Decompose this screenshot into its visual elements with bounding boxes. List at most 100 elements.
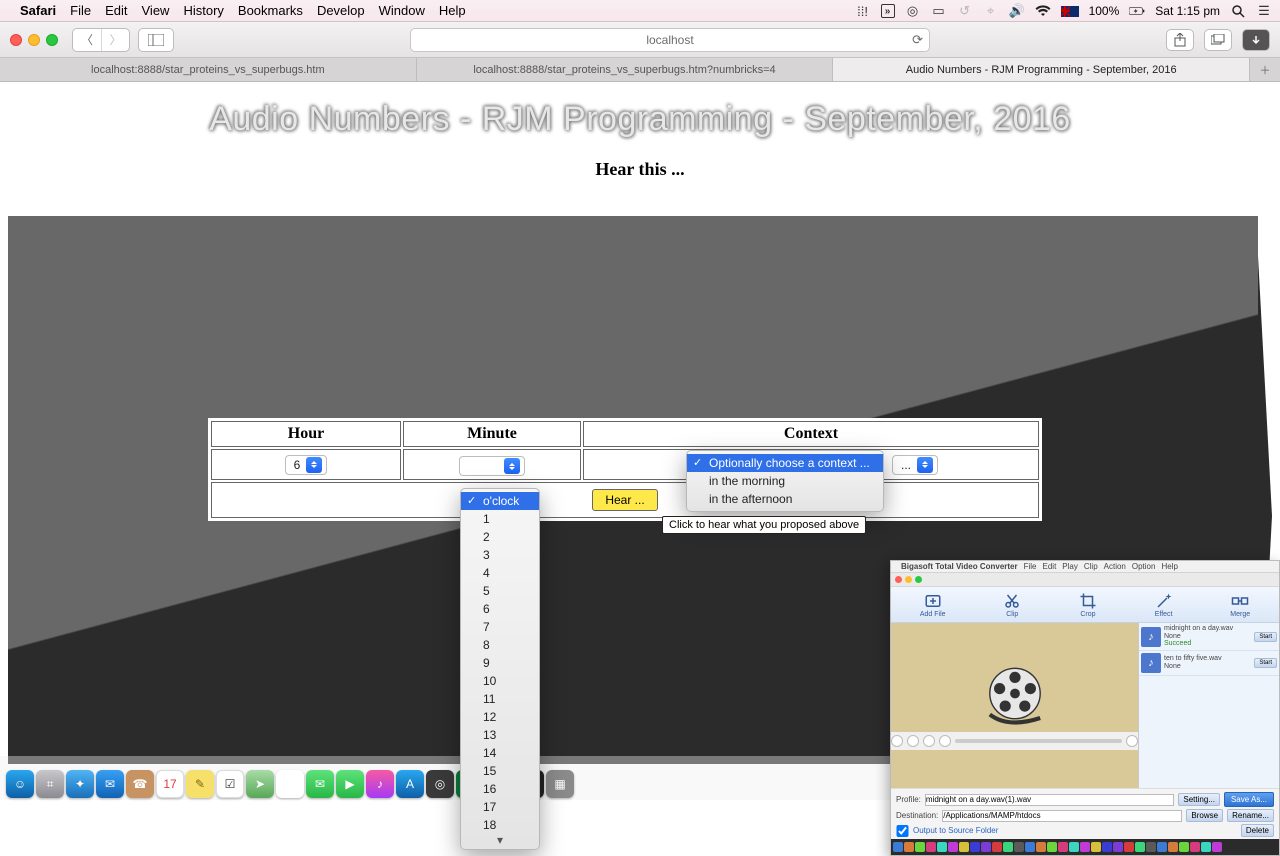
dock-contacts-icon[interactable]: ☎ — [126, 770, 154, 798]
downloads-button[interactable] — [1242, 29, 1270, 51]
tab-0[interactable]: localhost:8888/star_proteins_vs_superbug… — [0, 58, 417, 81]
dock-finder-icon[interactable]: ☺ — [6, 770, 34, 798]
new-tab-button[interactable]: ＋ — [1250, 58, 1280, 81]
snap-icon[interactable] — [1126, 735, 1138, 747]
battery-percent[interactable]: 100% — [1089, 4, 1120, 18]
dock-itunes-icon[interactable]: ♪ — [366, 770, 394, 798]
timemachine-icon[interactable]: ↺ — [957, 3, 973, 19]
target-icon[interactable]: ◎ — [905, 3, 921, 19]
minute-dropdown[interactable]: o'clock 1 2 3 4 5 6 7 8 9 10 11 12 13 14… — [460, 488, 540, 850]
menu-develop[interactable]: Develop — [317, 3, 365, 18]
dock-facetime-icon[interactable]: ▶ — [336, 770, 364, 798]
list-item[interactable]: ♪ ten to fifty five.wavNone Start — [1139, 651, 1279, 676]
ext-menu[interactable]: File — [1024, 562, 1037, 571]
minute-option[interactable]: o'clock — [461, 492, 539, 510]
seek-bar[interactable] — [955, 739, 1122, 743]
dock-mail-icon[interactable]: ✉ — [96, 770, 124, 798]
dock-messages-icon[interactable]: ✉ — [306, 770, 334, 798]
battery-icon[interactable] — [1129, 3, 1145, 19]
minute-option[interactable]: 13 — [461, 726, 539, 744]
sidebar-button[interactable] — [138, 28, 174, 52]
menuextra-icon[interactable]: ⁞⁞! — [855, 3, 871, 19]
context-select[interactable]: ... — [892, 455, 938, 475]
minute-option[interactable]: 12 — [461, 708, 539, 726]
tab-2-active[interactable]: Audio Numbers - RJM Programming - Septem… — [833, 58, 1250, 81]
minute-option[interactable]: 18 — [461, 816, 539, 834]
minute-option[interactable]: 16 — [461, 780, 539, 798]
dock-safari-icon[interactable]: ✦ — [66, 770, 94, 798]
ext-min-icon[interactable] — [905, 576, 912, 583]
context-dropdown[interactable]: Optionally choose a context ... in the m… — [686, 450, 884, 512]
back-button[interactable]: 〈 — [73, 29, 101, 51]
menu-window[interactable]: Window — [379, 3, 425, 18]
start-btn[interactable]: Start — [1254, 632, 1277, 642]
ext-tool-merge[interactable]: Merge — [1230, 592, 1250, 618]
stop-icon[interactable] — [907, 735, 919, 747]
ext-menu[interactable]: Play — [1062, 562, 1078, 571]
minute-option[interactable]: 8 — [461, 636, 539, 654]
menu-history[interactable]: History — [183, 3, 223, 18]
ext-menu[interactable]: Clip — [1084, 562, 1098, 571]
address-bar[interactable]: localhost ⟳ — [410, 28, 930, 52]
ext-menu[interactable]: Option — [1132, 562, 1156, 571]
menu-view[interactable]: View — [142, 3, 170, 18]
dock-photos-icon[interactable]: ✿ — [276, 770, 304, 798]
tabs-button[interactable] — [1204, 29, 1232, 51]
rename-button[interactable]: Rename... — [1227, 809, 1274, 822]
video-converter-window[interactable]: Bigasoft Total Video Converter File Edit… — [890, 560, 1280, 856]
minute-option[interactable]: 9 — [461, 654, 539, 672]
minute-option[interactable]: 3 — [461, 546, 539, 564]
window-minimize-button[interactable] — [28, 34, 40, 46]
dock-notes-icon[interactable]: ✎ — [186, 770, 214, 798]
output-source-check[interactable] — [896, 825, 909, 837]
spotlight-icon[interactable] — [1230, 3, 1246, 19]
app-indicator-icon[interactable]: » — [881, 4, 895, 18]
dock-calendar-icon[interactable]: 17 — [156, 770, 184, 798]
volume-icon[interactable]: 🔊 — [1009, 3, 1025, 19]
wifi-icon[interactable] — [1035, 3, 1051, 19]
clock[interactable]: Sat 1:15 pm — [1155, 4, 1220, 18]
list-item[interactable]: ♪ midnight on a day.wavNoneSucceed Start — [1139, 623, 1279, 651]
menu-edit[interactable]: Edit — [105, 3, 127, 18]
notification-center-icon[interactable]: ☰ — [1256, 3, 1272, 19]
tab-1[interactable]: localhost:8888/star_proteins_vs_superbug… — [417, 58, 834, 81]
menu-bookmarks[interactable]: Bookmarks — [238, 3, 303, 18]
reload-icon[interactable]: ⟳ — [912, 32, 923, 48]
ext-tool-add[interactable]: Add File — [920, 592, 946, 618]
app-name[interactable]: Safari — [20, 3, 56, 18]
browse-button[interactable]: Browse — [1186, 809, 1223, 822]
dock-appstore-icon[interactable]: A — [396, 770, 424, 798]
menu-help[interactable]: Help — [439, 3, 466, 18]
dock-preview-icon[interactable]: ◎ — [426, 770, 454, 798]
minute-option[interactable]: 15 — [461, 762, 539, 780]
window-zoom-button[interactable] — [46, 34, 58, 46]
minute-option[interactable]: 1 — [461, 510, 539, 528]
minute-option[interactable]: 10 — [461, 672, 539, 690]
start-btn[interactable]: Start — [1254, 658, 1277, 668]
flag-icon[interactable] — [1061, 6, 1079, 17]
menu-file[interactable]: File — [70, 3, 91, 18]
ext-menu[interactable]: Edit — [1043, 562, 1057, 571]
bluetooth-icon[interactable]: ⌖ — [983, 3, 999, 19]
minute-option[interactable]: 6 — [461, 600, 539, 618]
minute-option[interactable]: 2 — [461, 528, 539, 546]
ext-close-icon[interactable] — [895, 576, 902, 583]
context-option[interactable]: in the afternoon — [687, 490, 883, 508]
scroll-down-icon[interactable]: ▾ — [461, 834, 539, 846]
dock-reminders-icon[interactable]: ☑ — [216, 770, 244, 798]
dock-launchpad-icon[interactable]: ⌗ — [36, 770, 64, 798]
minute-select[interactable] — [459, 456, 525, 476]
dock-maps-icon[interactable]: ➤ — [246, 770, 274, 798]
share-button[interactable] — [1166, 29, 1194, 51]
dock-app-icon[interactable]: ▦ — [546, 770, 574, 798]
next-icon[interactable] — [939, 735, 951, 747]
minute-option[interactable]: 4 — [461, 564, 539, 582]
minute-option[interactable]: 7 — [461, 618, 539, 636]
minute-option[interactable]: 14 — [461, 744, 539, 762]
delete-button[interactable]: Delete — [1241, 824, 1274, 837]
minute-option[interactable]: 5 — [461, 582, 539, 600]
ext-menu[interactable]: Action — [1104, 562, 1126, 571]
ext-tool-effect[interactable]: Effect — [1155, 592, 1173, 618]
airplay-icon[interactable]: ▭ — [931, 3, 947, 19]
minute-option[interactable]: 11 — [461, 690, 539, 708]
